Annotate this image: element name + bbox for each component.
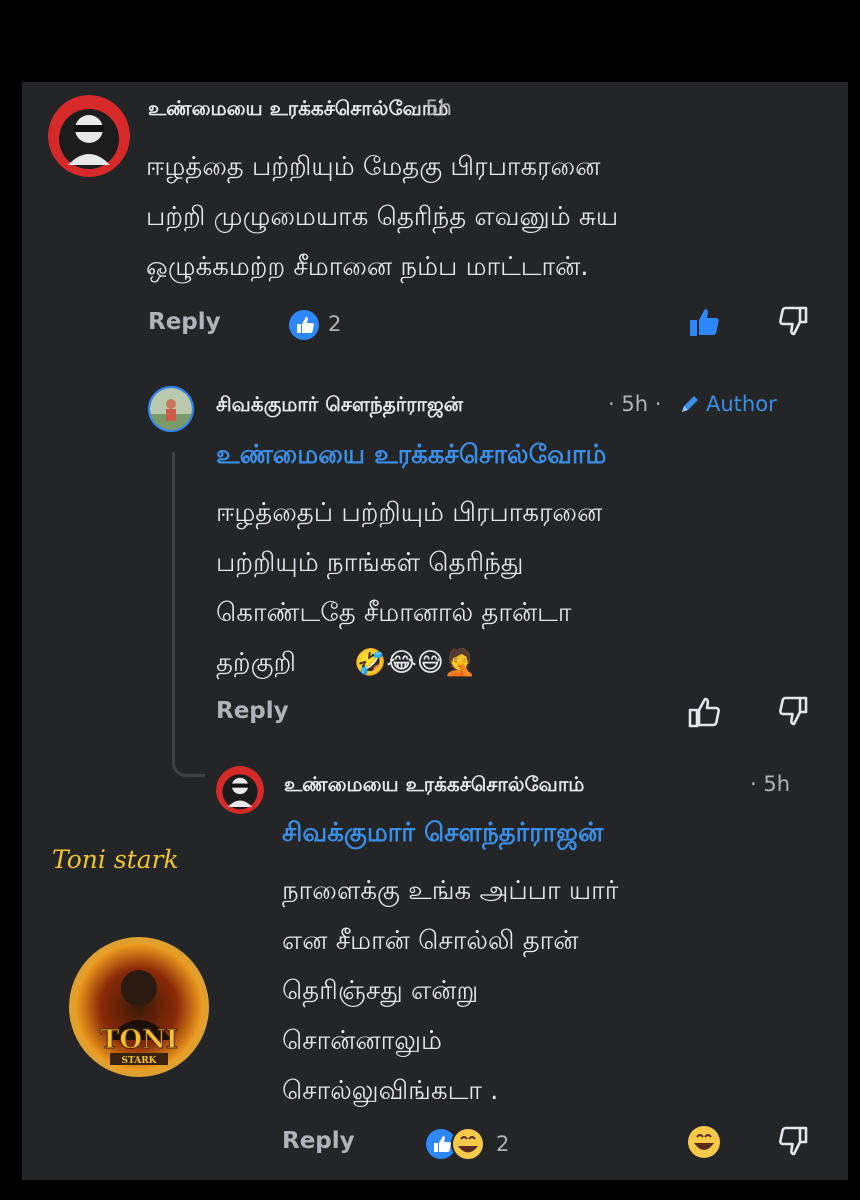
pencil-icon bbox=[678, 392, 702, 420]
haha-button-icon[interactable] bbox=[686, 1124, 722, 1164]
thread-line bbox=[172, 452, 205, 777]
logo-text-top: TONI bbox=[100, 1025, 178, 1055]
like-button-icon[interactable] bbox=[686, 304, 722, 344]
avatar[interactable] bbox=[148, 386, 194, 432]
toni-stark-logo: TONI STARK bbox=[68, 936, 210, 1078]
comment-text: ஈழத்தை பற்றியும் மேதகு பிரபாகரனை பற்றி ம… bbox=[146, 152, 619, 282]
reply-button[interactable]: Reply bbox=[148, 309, 221, 335]
reactions-icon bbox=[424, 1126, 486, 1166]
comment-author[interactable]: சிவக்குமார் சௌந்தர்ராஜன் bbox=[216, 392, 463, 419]
dislike-button-icon[interactable] bbox=[776, 1124, 812, 1164]
reaction-count[interactable]: 2 bbox=[328, 312, 341, 336]
mention-link[interactable]: உண்மையை உரக்கச்சொல்வோம் bbox=[216, 440, 828, 473]
dislike-button-icon[interactable] bbox=[776, 304, 812, 344]
like-reaction-icon bbox=[288, 309, 320, 345]
emoji-reactions: 🤣😂😅🤦 bbox=[354, 648, 477, 678]
comment-time[interactable]: · 5h bbox=[750, 772, 790, 796]
comment-author[interactable]: உண்மையை உரக்கச்சொல்வோம் bbox=[148, 96, 448, 123]
like-button-icon[interactable] bbox=[686, 694, 722, 734]
reaction-count[interactable]: 2 bbox=[496, 1132, 509, 1156]
reply-button[interactable]: Reply bbox=[282, 1128, 355, 1154]
comment-time[interactable]: · 5h · bbox=[608, 392, 661, 416]
avatar[interactable] bbox=[216, 766, 264, 814]
reply-button[interactable]: Reply bbox=[216, 698, 289, 724]
comment-author[interactable]: உண்மையை உரக்கச்சொல்வோம் bbox=[284, 772, 584, 799]
mention-link[interactable]: சிவக்குமார் சௌந்தர்ராஜன் bbox=[282, 818, 822, 851]
comment-text: நாளைக்கு உங்க அப்பா யார் என சீமான் சொல்ல… bbox=[282, 876, 619, 1106]
logo-text-bottom: STARK bbox=[122, 1056, 158, 1066]
dislike-button-icon[interactable] bbox=[776, 694, 812, 734]
watermark-signature: Toni stark bbox=[52, 845, 179, 874]
author-badge: Author bbox=[706, 392, 777, 416]
comment-time[interactable]: · 5h bbox=[412, 96, 452, 120]
avatar[interactable] bbox=[48, 95, 130, 177]
